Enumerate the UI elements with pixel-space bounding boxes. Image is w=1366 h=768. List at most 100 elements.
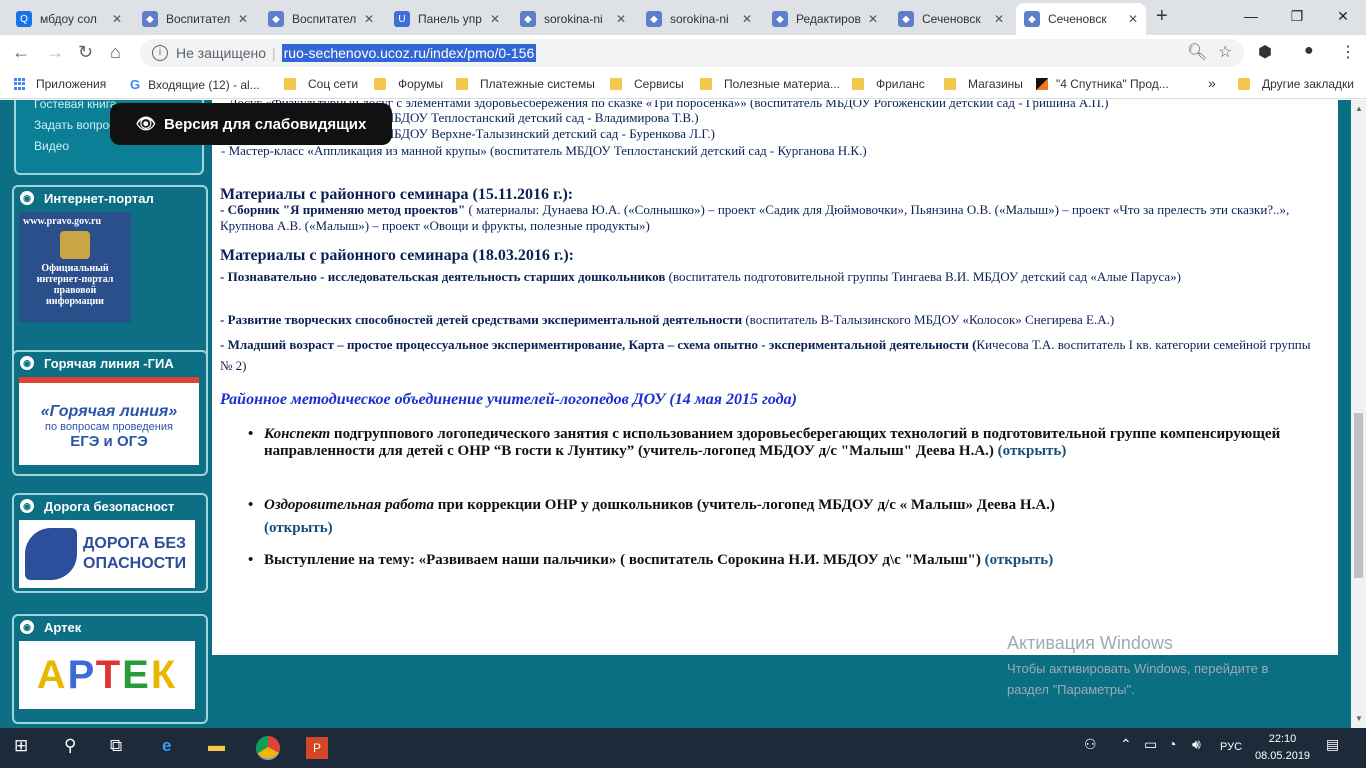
close-tab-icon[interactable]: ✕ [364,12,374,26]
seminar-2-item: - Развитие творческих способностей детей… [220,310,1315,330]
folder-icon [700,78,712,90]
forward-button[interactable]: → [46,42,64,63]
browser-tab[interactable]: ◆ Воспитател ✕ [260,3,382,35]
bookmark-item[interactable]: Соц сети [284,77,358,91]
tab-title: Воспитател [166,12,231,26]
tab-strip: Qмбдоу сол ✕ ◆ Воспитател ✕ ◆ Воспитател ✕ U Пане… [0,0,1366,35]
bookmark-item[interactable]: G Входящие (12) - al... [130,77,260,92]
close-tab-icon[interactable]: ✕ [238,12,248,26]
bookmark-item[interactable]: Платежные системы [456,77,595,91]
close-tab-icon[interactable]: ✕ [1128,12,1138,26]
seminar-2-link[interactable]: - Младший возраст – простое процессуальн… [220,337,976,352]
browser-tab[interactable]: ◆ sorokina-ni ✕ [512,3,634,35]
open-link[interactable]: (открыть) [998,443,1067,459]
security-status: Не защищено [176,45,266,61]
banner-line: ЕГЭ и ОГЭ [70,433,148,450]
bookmark-item[interactable]: Сервисы [610,77,684,91]
powerpoint-icon[interactable]: P [306,737,328,759]
close-tab-icon[interactable]: ✕ [994,12,1004,26]
reload-button[interactable]: ↻ [78,42,93,63]
language-indicator[interactable]: РУС [1220,741,1242,753]
browser-tab[interactable]: ◆ Сеченовск ✕ [890,3,1012,35]
close-tab-icon[interactable]: ✕ [868,12,878,26]
bookmark-item[interactable]: "4 Спутника" Прод... [1036,77,1169,91]
taskbar: ⊞ ⚲ ⧉ e ▬ P ⚇ ⌃ ▭ ◔ 🔊︎ РУС 22:10 08.05.2… [0,728,1366,768]
banner-line: интернет-портал [36,274,114,285]
bookmarks-overflow-icon[interactable]: » [1208,75,1216,91]
scroll-down-icon[interactable]: ▼ [1355,714,1363,723]
seminar-1-link[interactable]: - Сборник "Я применяю метод проектов" [220,202,465,217]
open-link[interactable]: (открыть) [264,520,333,536]
tray-arrow-icon[interactable]: ⌃ [1120,736,1132,753]
browser-tab[interactable]: ◆ Сеченовск ✕ [1016,3,1146,35]
extension-icon[interactable]: ⬢ [1258,42,1272,62]
info-icon[interactable]: i [152,45,168,61]
bookmark-item[interactable]: Другие закладки [1238,77,1354,91]
seminar-2-link[interactable]: - Познавательно - исследовательская деят… [220,269,665,284]
back-button[interactable]: ← [12,42,30,63]
task-view-icon[interactable]: ⧉ [110,736,122,756]
artek-banner[interactable]: АРТЕК [19,641,195,709]
minimize-button[interactable]: — [1228,0,1274,35]
new-tab-button[interactable]: + [1156,5,1168,28]
menu-icon[interactable]: ⋮ [1340,42,1356,62]
bookmark-item[interactable]: Магазины [944,77,1023,91]
block-icon: ◉ [20,191,34,205]
omnibox[interactable]: i Не защищено | ruo-sechenovo.ucoz.ru/in… [140,39,1244,67]
search-icon[interactable]: ⚲ [64,736,76,756]
item-label: Оздоровительная работа [264,497,435,513]
profile-icon[interactable]: ● [1304,42,1314,60]
pravo-banner[interactable]: www.pravo.gov.ru Официальный интернет-по… [19,212,131,322]
close-tab-icon[interactable]: ✕ [490,12,500,26]
banner-line: www.pravo.gov.ru [23,216,102,227]
zoom-icon[interactable]: 🔍︎ [1187,42,1207,62]
clock[interactable]: 22:10 08.05.2019 [1255,731,1310,765]
maximize-button[interactable]: ❐ [1274,0,1320,35]
seminar-2-desc: (воспитатель В-Талызинского МБДОУ «Колос… [742,312,1115,327]
close-tab-icon[interactable]: ✕ [112,12,122,26]
browser-tab[interactable]: ◆ sorokina-ni ✕ [638,3,760,35]
close-tab-icon[interactable]: ✕ [742,12,752,26]
chrome-icon[interactable] [256,736,280,760]
block-icon: ◉ [20,620,34,634]
home-button[interactable]: ⌂ [110,42,121,63]
edge-icon[interactable]: e [162,736,171,756]
windows-activation-watermark: Активация Windows Чтобы активировать Win… [1007,633,1268,700]
page-scrollbar[interactable]: ▲ ▼ [1351,100,1366,728]
notifications-icon[interactable]: ▤ [1326,736,1339,753]
site-icon: ◆ [268,11,284,27]
seminar-2-link[interactable]: - Развитие творческих способностей детей… [220,312,742,327]
bookmark-item[interactable]: Фриланс [852,77,925,91]
banner-line: информации [46,296,104,307]
people-icon[interactable]: ⚇ [1084,736,1097,753]
bookmark-item[interactable]: Приложения [14,77,106,91]
bookmark-label: "4 Спутника" Прод... [1056,77,1169,91]
browser-tab[interactable]: ◆ Редактиров ✕ [764,3,886,35]
close-tab-icon[interactable]: ✕ [616,12,626,26]
browser-tab[interactable]: ◆ Воспитател ✕ [134,3,256,35]
accessibility-version-button[interactable]: 👁︎ Версия для слабовидящих [110,103,392,145]
folder-icon [1238,78,1250,90]
site-icon: ◆ [1024,11,1040,27]
bookmark-item[interactable]: Форумы [374,77,443,91]
browser-tab[interactable]: Qмбдоу сол ✕ [8,3,130,35]
file-explorer-icon[interactable]: ▬ [208,736,225,756]
scrollbar-thumb[interactable] [1354,413,1363,578]
bookmark-star-icon[interactable]: ☆ [1218,42,1232,62]
url-text[interactable]: ruo-sechenovo.ucoz.ru/index/pmo/0-156 [281,44,537,62]
rmo-title: Районное методическое объединение учител… [220,391,797,408]
wifi-icon[interactable]: ◔ [1168,736,1176,752]
windows-start-icon[interactable]: ⊞ [14,736,28,756]
hotline-banner[interactable]: «Горячая линия» по вопросам проведения Е… [19,377,199,465]
bookmark-item[interactable]: Полезные материа... [700,77,840,91]
close-window-button[interactable]: ✕ [1320,0,1366,35]
open-link[interactable]: (открыть) [985,552,1054,568]
accessibility-label: Версия для слабовидящих [163,115,367,133]
block-icon: ◉ [20,499,34,513]
browser-tab[interactable]: U Панель упр ✕ [386,3,508,35]
bookmark-label: Входящие (12) - al... [148,77,260,92]
road-banner[interactable]: ДОРОГА БЕЗ ОПАСНОСТИ [19,520,195,588]
network-icon[interactable]: ▭ [1144,736,1157,753]
volume-icon[interactable]: 🔊︎ [1192,736,1201,753]
scroll-up-icon[interactable]: ▲ [1355,104,1363,113]
